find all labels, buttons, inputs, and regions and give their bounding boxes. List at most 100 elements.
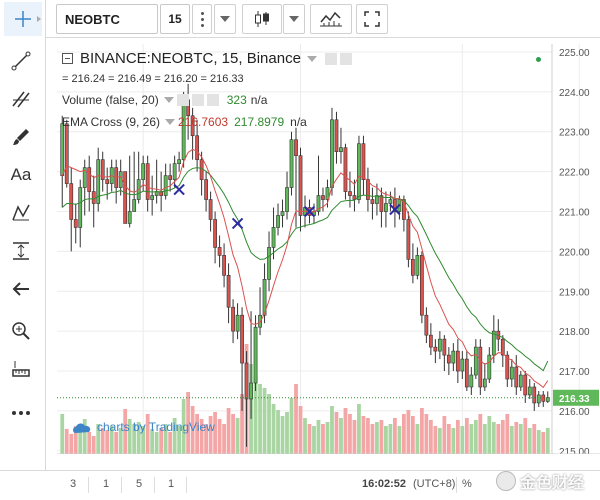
range-1b[interactable]: 1 [168,478,174,490]
interval-selector[interactable]: 15 [160,4,190,34]
fullscreen-button[interactable] [356,4,388,34]
candle [330,107,334,196]
measure-icon [13,242,29,260]
pattern-tool[interactable] [4,196,38,230]
candle-body-down [321,195,325,200]
candle-body-down [123,171,128,224]
volume-bar [411,416,415,454]
candle [177,151,182,172]
candle-body-up [280,211,285,216]
candle [213,211,217,264]
collapse-icon[interactable] [62,53,73,64]
candle [96,147,101,212]
candle [388,191,393,212]
top-toolbar: NEOBTC 15 [0,0,600,38]
candle [235,303,240,340]
volume-bar [473,420,478,454]
candle [258,287,262,336]
volume-bar [325,422,330,454]
ruler-icon [12,361,30,377]
chevron-down-icon[interactable] [163,97,174,103]
volume-bar [375,422,379,454]
volume-bar [231,414,235,454]
percent-scale[interactable]: % [462,478,472,490]
volume-bar [339,418,343,454]
legend-title-row: BINANCE:NEOBTC, 15, Binance [62,50,352,67]
volume-bar [505,414,510,454]
candle [357,135,361,204]
price-tick-label: 218.00 [559,327,590,338]
candle-body-down [478,346,483,388]
candle [339,127,343,164]
volume-bar [366,418,370,454]
tradingview-branding[interactable]: charts by TradingView [71,420,215,434]
text-tool[interactable]: Aa [4,158,38,192]
volume-bar [491,422,496,454]
volume-bar [460,426,465,454]
chevron-down-icon[interactable] [165,119,176,125]
candle-body-up [267,247,271,280]
candle-body-up [388,199,393,204]
candle [348,171,352,208]
volume-bar [428,420,433,454]
candle [69,167,74,252]
candle-body-up [271,227,276,248]
more-dots-icon [12,411,30,415]
candle-body-down [420,255,424,316]
zoom-tool[interactable] [4,314,38,348]
timezone[interactable]: (UTC+8) [413,478,455,490]
volume-bar [406,410,411,454]
volume-bar [500,420,505,454]
fib-retracement-tool[interactable] [4,82,38,116]
volume-bar [469,424,474,454]
candle-body-up [289,139,294,188]
settings-icon[interactable] [324,52,337,65]
candle-body-down [294,139,298,156]
volume-bar [168,432,173,454]
volume-value: 323 [226,93,247,107]
crosshair-tool[interactable] [4,2,42,36]
range-5[interactable]: 5 [136,478,142,490]
ohlc-values: = 216.24 = 216.49 = 216.20 = 216.33 [62,73,244,85]
candle [433,339,438,364]
hide-icon[interactable] [339,52,352,65]
range-1[interactable]: 1 [103,478,109,490]
candle [226,263,231,324]
indicators-button[interactable] [310,4,352,34]
chart-style-button[interactable] [242,4,282,34]
chevron-down-icon[interactable] [306,55,317,62]
volume-na: n/a [250,93,268,107]
interval-menu-button[interactable] [192,4,212,34]
watermark: 金色财经 [495,469,584,493]
ruler-tool[interactable] [4,352,38,386]
candle [208,191,213,232]
candle [73,203,78,244]
candle [316,155,321,216]
remove-drawings-tool[interactable] [4,272,38,306]
candle-body-down [222,255,226,276]
settings-icon[interactable] [176,94,189,106]
trend-line-tool[interactable] [4,44,38,78]
ema-legend-row: EMA Cross (9, 26) 216.7603 217.8979 n/a [62,115,307,129]
close-icon[interactable] [206,94,219,106]
volume-label: Volume (false, 20) [62,93,159,107]
symbol-search-input[interactable]: NEOBTC [56,4,158,34]
brush-tool[interactable] [4,120,38,154]
measure-tool[interactable] [4,234,38,268]
volume-bar [384,426,388,454]
candle [460,351,465,380]
candle [231,299,235,344]
volume-bar [536,430,541,454]
range-3[interactable]: 3 [70,478,76,490]
candle-body-down [240,314,244,364]
candle-body-down [514,366,519,388]
volume-bar [303,418,307,454]
candle-body-down [406,219,411,260]
hide-icon[interactable] [191,94,204,106]
candle-body-up [437,338,442,352]
more-tools-button[interactable] [4,396,38,430]
candle [442,335,447,372]
candle [82,159,87,216]
chart-style-dropdown[interactable] [283,4,305,34]
interval-dropdown-button[interactable] [214,4,236,34]
